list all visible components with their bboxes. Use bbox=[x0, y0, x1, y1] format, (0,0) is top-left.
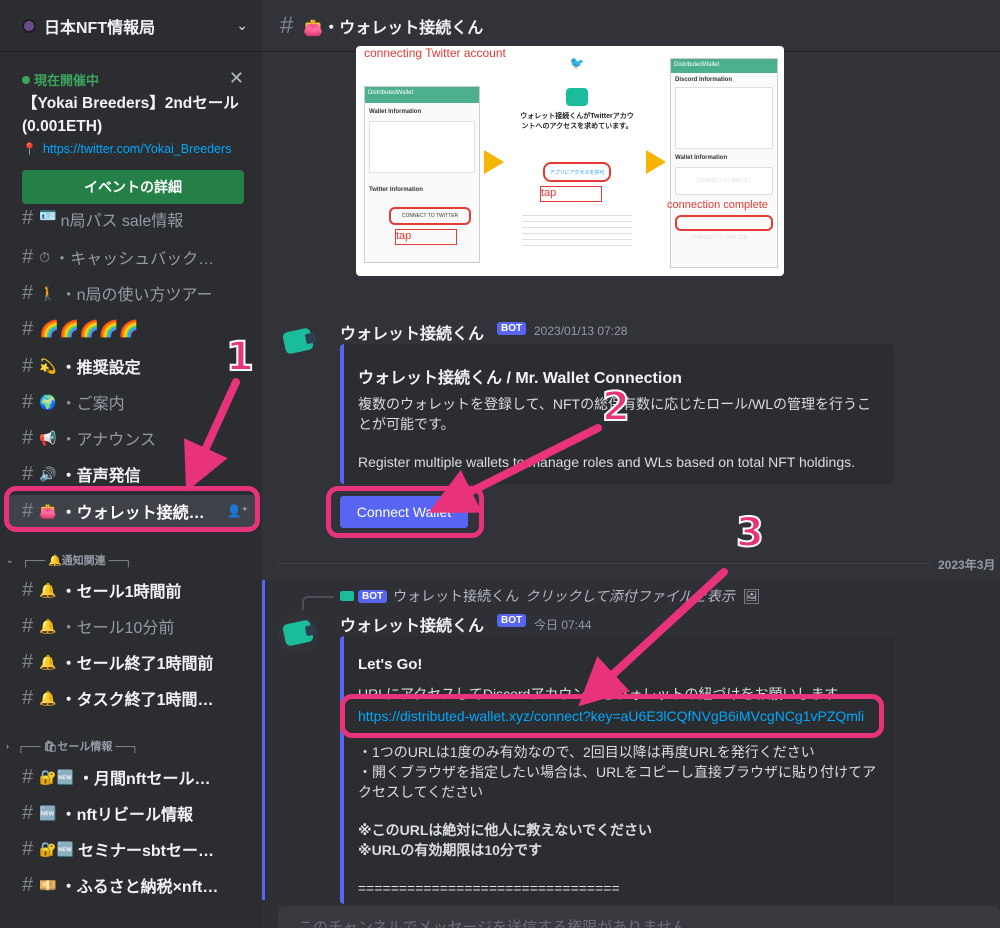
arrow-3 bbox=[578, 568, 728, 707]
arrow-1 bbox=[184, 378, 240, 492]
annotation-arrows bbox=[184, 378, 728, 707]
annotation-number-1: 1 bbox=[225, 333, 255, 381]
annotation-number-3: 3 bbox=[735, 509, 765, 557]
annotation-number-2: 2 bbox=[601, 383, 631, 431]
arrow-2 bbox=[428, 424, 602, 513]
